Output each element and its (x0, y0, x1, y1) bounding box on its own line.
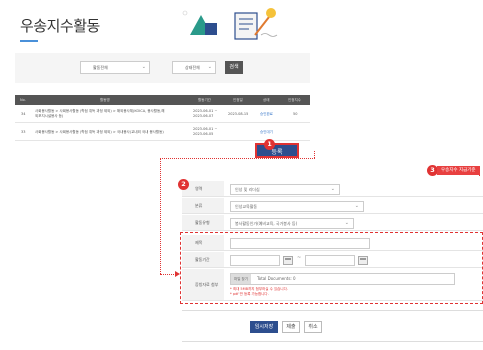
row-score: 50 (293, 112, 298, 116)
category-select-value: 인성교육활동 (235, 204, 258, 209)
row-period-end: 2023-06-07 (193, 114, 214, 118)
type-label: 활동유형 (182, 215, 224, 230)
type-select[interactable]: 봉사활동인가(예비교육, 국가봉사 등) ⌄ (230, 218, 354, 229)
temp-save-button[interactable]: 임시저장 (250, 321, 278, 333)
header-illustration (182, 8, 278, 40)
row-status: 승인완료 (260, 112, 273, 116)
form-row-type: 활동유형 봉사활동인가(예비교육, 국가봉사 등) ⌄ (182, 215, 483, 231)
row-no: 33 (21, 130, 26, 134)
area-select[interactable]: 인성 및 리더십 ⌄ (230, 184, 340, 195)
col-approved: 인정일 (233, 98, 243, 102)
status-select[interactable]: 상태전체 ⌄ (172, 61, 216, 74)
sun-icon (266, 8, 276, 18)
title-underline (20, 40, 38, 42)
row-name[interactable]: 사회봉사활동 > 사회봉사활동 (학점 취득 과정 제외) > 해외봉사체(KO… (35, 109, 165, 119)
form-row-category: 분류 인성교육활동 ⌄ (182, 198, 483, 214)
row-name[interactable]: 사회봉사활동 > 사회봉사활동 (학점 취득 과정 제외) > 국내봉사(교내외… (35, 123, 164, 141)
row-period: 2023-06-01 ~ 2023-06-05 (193, 127, 217, 137)
filter-bar: 활동전체 ⌄ 상태전체 ⌄ 검색 (15, 53, 310, 83)
chevron-down-icon: ⌄ (141, 64, 146, 70)
step-badge-1: 1 (264, 139, 275, 150)
category-select[interactable]: 활동전체 ⌄ (80, 61, 150, 74)
step-badge-2: 2 (178, 179, 189, 190)
status-select-value: 상태전체 (185, 65, 200, 70)
col-status: 상태 (263, 98, 270, 102)
register-button[interactable]: 등록 (255, 143, 299, 158)
chevron-down-icon: ⌄ (354, 203, 359, 209)
row-period-start: 2023-06-01 ~ (193, 127, 218, 131)
form-actions: 임시저장 제출 취소 (182, 310, 483, 342)
row-period-start: 2023-06-01 ~ (193, 109, 218, 113)
square-shape (205, 23, 217, 35)
category-select[interactable]: 인성교육활동 ⌄ (230, 201, 364, 212)
row-approved-date: 2023-08-15 (228, 112, 249, 116)
category-select-value: 활동전체 (93, 65, 108, 70)
submit-button[interactable]: 제출 (282, 321, 300, 333)
document-icon (234, 12, 258, 40)
connector-line (314, 151, 315, 158)
row-period: 2023-06-01 ~ 2023-06-07 (193, 109, 217, 119)
connector-line (160, 158, 161, 274)
area-select-value: 인성 및 리더십 (235, 187, 260, 192)
chevron-down-icon: ⌄ (344, 220, 349, 226)
type-select-value: 봉사활동인가(예비교육, 국가봉사 등) (235, 221, 298, 226)
row-name-line2: 외포지시설봉사 등) (35, 114, 64, 118)
form-row-area: 영역 인성 및 리더십 ⌄ (182, 181, 483, 197)
activity-list-panel: 우송지수활동 활동전체 ⌄ 상태전체 ⌄ 검색 No. 활동명 활동기간 인정일… (15, 3, 310, 151)
connector-line (160, 274, 176, 275)
chevron-down-icon: ⌄ (207, 64, 212, 70)
row-no: 34 (21, 112, 26, 116)
cancel-button[interactable]: 취소 (304, 321, 322, 333)
col-score: 인정지수 (288, 98, 301, 102)
table-row[interactable]: 34 사회봉사활동 > 사회봉사활동 (학점 취득 과정 제외) > 해외봉사체… (15, 105, 310, 123)
activity-table: No. 활동명 활동기간 인정일 상태 인정지수 34 사회봉사활동 > 사회봉… (15, 95, 310, 141)
highlight-box (180, 232, 483, 304)
page-title: 우송지수활동 (20, 17, 100, 35)
col-period: 활동기간 (198, 98, 211, 102)
category-label: 분류 (182, 198, 224, 213)
col-name: 활동명 (100, 98, 110, 102)
row-period-end: 2023-06-05 (193, 132, 214, 136)
search-button[interactable]: 검색 (225, 61, 243, 74)
criteria-tag[interactable]: 우송지수 지급기준 (437, 166, 480, 175)
col-no: No. (20, 98, 26, 102)
row-name-line1: 사회봉사활동 > 사회봉사활동 (학점 취득 과정 제외) > 해외봉사체(KO… (35, 109, 165, 113)
table-header: No. 활동명 활동기간 인정일 상태 인정지수 (15, 95, 310, 105)
chevron-down-icon: ⌄ (330, 186, 335, 192)
connector-line (160, 158, 315, 159)
table-row[interactable]: 33 사회봉사활동 > 사회봉사활동 (학점 취득 과정 제외) > 국내봉사(… (15, 123, 310, 141)
